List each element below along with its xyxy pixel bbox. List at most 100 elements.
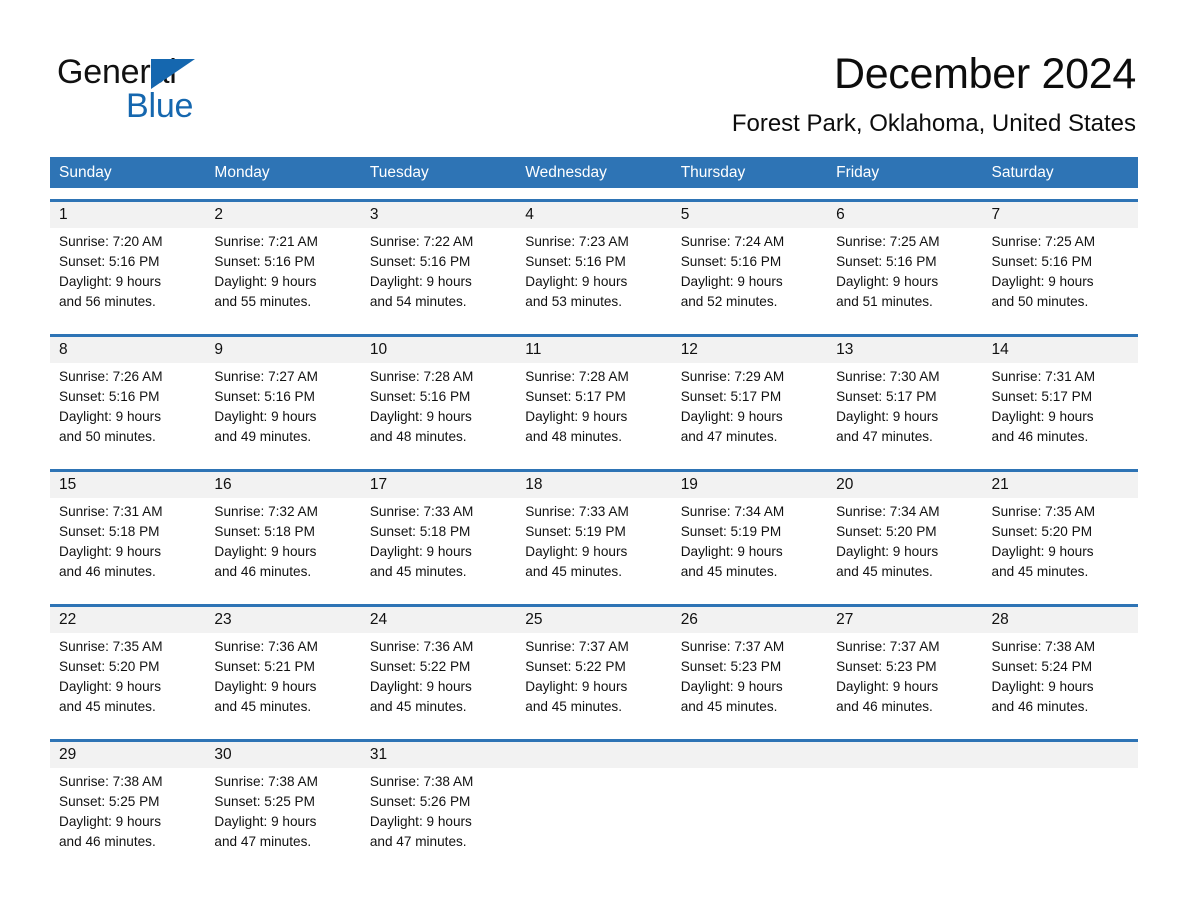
calendar-day-cell[interactable]: 17 Sunrise: 7:33 AM Sunset: 5:18 PM Dayligh… (361, 472, 516, 593)
day-sunset-text: Sunset: 5:16 PM (369, 389, 471, 404)
day-sunrise-text: Sunrise: 7:28 AM (525, 369, 629, 384)
day-sunrise-text: Sunrise: 7:20 AM (59, 234, 163, 249)
day-daylight-line1-text: Daylight: 9 hours (680, 409, 783, 424)
day-info: Sunrise: 7:37 AM Sunset: 5:23 PM Daylight:… (681, 637, 827, 717)
day-sunrise-text: Sunrise: 7:35 AM (59, 639, 163, 654)
day-sunrise-text: Sunrise: 7:22 AM (369, 234, 474, 249)
day-sunset-text: Sunset: 5:16 PM (59, 254, 160, 269)
day-info: Sunrise: 7:34 AM Sunset: 5:20 PM Daylight:… (836, 502, 982, 582)
day-info: Sunrise: 7:37 AM Sunset: 5:23 PM Daylight:… (836, 637, 982, 717)
calendar-day-cell[interactable]: 29 Sunrise: 7:38 AM Sunset: 5:25 PM Dayligh… (50, 742, 205, 863)
calendar-day-cell-empty (983, 742, 1138, 863)
calendar-day-cell[interactable]: 11 Sunrise: 7:28 AM Sunset: 5:17 PM Dayligh… (516, 337, 671, 458)
calendar-day-cell[interactable]: 15 Sunrise: 7:31 AM Sunset: 5:18 PM Dayligh… (50, 472, 205, 593)
day-daylight-line1-text: Daylight: 9 hours (59, 544, 162, 559)
calendar-day-cell[interactable]: 25 Sunrise: 7:37 AM Sunset: 5:22 PM Dayligh… (516, 607, 671, 728)
day-sunrise-text: Sunrise: 7:25 AM (991, 234, 1096, 249)
day-info: Sunrise: 7:31 AM Sunset: 5:18 PM Daylight:… (59, 502, 205, 582)
day-daylight-line1-text: Daylight: 9 hours (59, 679, 162, 694)
calendar-day-cell[interactable]: 24 Sunrise: 7:36 AM Sunset: 5:22 PM Dayligh… (361, 607, 516, 728)
calendar-day-cell[interactable]: 6 Sunrise: 7:25 AM Sunset: 5:16 PM Daylight… (827, 202, 982, 323)
day-daylight-line2-text: and 47 minutes. (680, 429, 778, 444)
day-info: Sunrise: 7:33 AM Sunset: 5:19 PM Daylight:… (525, 502, 671, 582)
calendar-day-cell[interactable]: 20 Sunrise: 7:34 AM Sunset: 5:20 PM Dayligh… (827, 472, 982, 593)
calendar-day-cell[interactable]: 2 Sunrise: 7:21 AM Sunset: 5:16 PM Daylight… (205, 202, 360, 323)
day-sunrise-text: Sunrise: 7:26 AM (59, 369, 163, 384)
day-daylight-line2-text: and 50 minutes. (991, 294, 1089, 309)
calendar-day-cell[interactable]: 14 Sunrise: 7:31 AM Sunset: 5:17 PM Dayligh… (983, 337, 1138, 458)
calendar-week-row: 29 Sunrise: 7:38 AM Sunset: 5:25 PM Dayligh… (50, 739, 1138, 863)
calendar-day-cell[interactable]: 9 Sunrise: 7:27 AM Sunset: 5:16 PM Daylight… (205, 337, 360, 458)
calendar-day-cell[interactable]: 8 Sunrise: 7:26 AM Sunset: 5:16 PM Daylight… (50, 337, 205, 458)
day-info: Sunrise: 7:21 AM Sunset: 5:16 PM Daylight:… (214, 232, 360, 312)
calendar-day-cell[interactable]: 26 Sunrise: 7:37 AM Sunset: 5:23 PM Dayligh… (672, 607, 827, 728)
day-daylight-line1-text: Daylight: 9 hours (525, 274, 628, 289)
calendar-day-cell[interactable]: 18 Sunrise: 7:33 AM Sunset: 5:19 PM Dayligh… (516, 472, 671, 593)
day-sunrise-text: Sunrise: 7:34 AM (680, 504, 785, 519)
calendar-day-cell[interactable]: 16 Sunrise: 7:32 AM Sunset: 5:18 PM Dayligh… (205, 472, 360, 593)
calendar-day-cell[interactable]: 10 Sunrise: 7:28 AM Sunset: 5:16 PM Dayligh… (361, 337, 516, 458)
day-sunrise-text: Sunrise: 7:34 AM (836, 504, 940, 519)
calendar-day-cell[interactable]: 22 Sunrise: 7:35 AM Sunset: 5:20 PM Dayligh… (50, 607, 205, 728)
day-daylight-line2-text: and 45 minutes. (525, 564, 622, 579)
calendar-week-row: 1 Sunrise: 7:20 AM Sunset: 5:16 PM Daylight… (50, 199, 1138, 323)
calendar-day-cell[interactable]: 21 Sunrise: 7:35 AM Sunset: 5:20 PM Dayligh… (983, 472, 1138, 593)
day-number (992, 742, 1138, 768)
calendar-day-cell[interactable]: 23 Sunrise: 7:36 AM Sunset: 5:21 PM Dayligh… (205, 607, 360, 728)
day-sunset-text: Sunset: 5:22 PM (369, 659, 471, 674)
location-subtitle: Forest Park, Oklahoma, United States (731, 110, 1136, 137)
day-sunrise-text: Sunrise: 7:35 AM (991, 504, 1096, 519)
day-daylight-line2-text: and 56 minutes. (59, 294, 156, 309)
day-sunrise-text: Sunrise: 7:38 AM (59, 774, 163, 789)
day-info: Sunrise: 7:20 AM Sunset: 5:16 PM Daylight:… (59, 232, 205, 312)
day-info: Sunrise: 7:36 AM Sunset: 5:21 PM Daylight:… (214, 637, 360, 717)
day-daylight-line2-text: and 47 minutes. (836, 429, 933, 444)
calendar-day-cell[interactable]: 7 Sunrise: 7:25 AM Sunset: 5:16 PM Daylight… (983, 202, 1138, 323)
calendar-day-cell[interactable]: 30 Sunrise: 7:38 AM Sunset: 5:25 PM Dayligh… (205, 742, 360, 863)
calendar-day-cell[interactable]: 31 Sunrise: 7:38 AM Sunset: 5:26 PM Dayligh… (361, 742, 516, 863)
day-daylight-line2-text: and 52 minutes. (680, 294, 778, 309)
calendar-day-cell[interactable]: 5 Sunrise: 7:24 AM Sunset: 5:16 PM Daylight… (672, 202, 827, 323)
calendar-day-cell[interactable]: 28 Sunrise: 7:38 AM Sunset: 5:24 PM Dayligh… (983, 607, 1138, 728)
day-sunset-text: Sunset: 5:16 PM (214, 254, 315, 269)
day-number (836, 742, 982, 768)
day-sunset-text: Sunset: 5:18 PM (214, 524, 315, 539)
day-daylight-line2-text: and 53 minutes. (525, 294, 622, 309)
day-sunset-text: Sunset: 5:16 PM (369, 254, 471, 269)
calendar-day-cell[interactable]: 4 Sunrise: 7:23 AM Sunset: 5:16 PM Daylight… (516, 202, 671, 323)
day-info: Sunrise: 7:37 AM Sunset: 5:22 PM Daylight:… (525, 637, 671, 717)
day-sunset-text: Sunset: 5:17 PM (680, 389, 782, 404)
day-sunset-text: Sunset: 5:16 PM (59, 389, 160, 404)
day-daylight-line1-text: Daylight: 9 hours (525, 409, 628, 424)
logo-triangle-icon (151, 59, 195, 89)
day-sunset-text: Sunset: 5:20 PM (59, 659, 160, 674)
calendar-day-cell[interactable]: 1 Sunrise: 7:20 AM Sunset: 5:16 PM Daylight… (50, 202, 205, 323)
day-sunrise-text: Sunrise: 7:36 AM (369, 639, 474, 654)
day-sunset-text: Sunset: 5:21 PM (214, 659, 315, 674)
day-daylight-line2-text: and 45 minutes. (680, 564, 778, 579)
calendar-day-cell[interactable]: 13 Sunrise: 7:30 AM Sunset: 5:17 PM Dayligh… (827, 337, 982, 458)
calendar-day-cell[interactable]: 27 Sunrise: 7:37 AM Sunset: 5:23 PM Dayligh… (827, 607, 982, 728)
day-daylight-line2-text: and 51 minutes. (836, 294, 933, 309)
day-sunset-text: Sunset: 5:16 PM (991, 254, 1093, 269)
day-daylight-line2-text: and 45 minutes. (369, 699, 467, 714)
day-sunrise-text: Sunrise: 7:38 AM (991, 639, 1096, 654)
calendar-week-row: 22 Sunrise: 7:35 AM Sunset: 5:20 PM Dayligh… (50, 604, 1138, 728)
day-number: 2 (214, 206, 224, 223)
day-number: 25 (525, 611, 543, 628)
page-header: General Blue December 2024 Forest Park, … (0, 0, 1188, 155)
calendar-day-cell[interactable]: 19 Sunrise: 7:34 AM Sunset: 5:19 PM Dayligh… (672, 472, 827, 593)
day-sunset-text: Sunset: 5:19 PM (680, 524, 782, 539)
day-number: 1 (59, 206, 68, 223)
day-info: Sunrise: 7:29 AM Sunset: 5:17 PM Daylight:… (681, 367, 827, 447)
day-daylight-line1-text: Daylight: 9 hours (214, 274, 317, 289)
calendar-day-cell[interactable]: 12 Sunrise: 7:29 AM Sunset: 5:17 PM Dayligh… (672, 337, 827, 458)
general-blue-logo[interactable]: General Blue (57, 52, 317, 125)
day-number: 26 (680, 611, 698, 628)
day-info: Sunrise: 7:22 AM Sunset: 5:16 PM Daylight:… (370, 232, 516, 312)
day-daylight-line2-text: and 45 minutes. (214, 699, 312, 714)
day-sunset-text: Sunset: 5:18 PM (369, 524, 471, 539)
calendar-day-cell-empty (672, 742, 827, 863)
day-sunrise-text: Sunrise: 7:23 AM (525, 234, 629, 249)
calendar-day-cell[interactable]: 3 Sunrise: 7:22 AM Sunset: 5:16 PM Daylight… (361, 202, 516, 323)
